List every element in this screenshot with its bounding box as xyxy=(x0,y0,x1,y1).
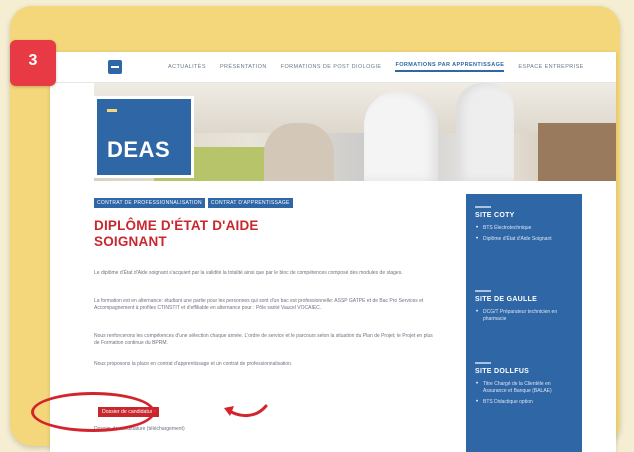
highlight-circle xyxy=(31,392,155,432)
nav-item-formations-post[interactable]: FORMATIONS DE POST DIOLOGIE xyxy=(281,64,382,70)
selection-paragraph: Nous renforcerons les compétences d'une … xyxy=(94,333,433,346)
nav-item-formations-apprentissage[interactable]: FORMATIONS PAR APPRENTISSAGE xyxy=(395,62,505,72)
sites-sidebar: SITE COTY BTS Électrotechnique Diplôme d… xyxy=(466,194,582,452)
step-number: 3 xyxy=(28,52,38,69)
nav-menu: ACTUALITÉS PRÉSENTATION FORMATIONS DE PO… xyxy=(168,52,584,82)
deas-badge-label: DEAS xyxy=(107,137,171,162)
tutorial-frame: ACTUALITÉS PRÉSENTATION FORMATIONS DE PO… xyxy=(10,6,620,452)
nav-item-espace-entreprise[interactable]: ESPACE ENTREPRISE xyxy=(518,64,583,70)
sidebar-section-dollfus: SITE DOLLFUS Titre Chargé de la Clientèl… xyxy=(475,362,575,410)
sidebar-section-de-gaulle: SITE DE GAULLE DCG/T Préparateur technic… xyxy=(475,290,575,327)
website-screenshot: ACTUALITÉS PRÉSENTATION FORMATIONS DE PO… xyxy=(50,52,616,452)
sidebar-section-title: SITE COTY xyxy=(475,212,515,219)
pointer-arrow-icon xyxy=(224,404,268,417)
deas-badge: DEAS xyxy=(94,96,194,178)
sidebar-section-title: SITE DE GAULLE xyxy=(475,296,538,303)
sidebar-section-title: SITE DOLLFUS xyxy=(475,368,530,375)
sidebar-item[interactable]: BTS Électrotechnique xyxy=(475,225,575,232)
sidebar-item[interactable]: Titre Chargé de la Clientèle en Assuranc… xyxy=(475,381,575,395)
site-logo-icon[interactable] xyxy=(108,60,122,74)
page-title: DIPLÔME D'ÉTAT D'AIDE SOIGNANT xyxy=(94,218,259,249)
contract-paragraph: Nous proposons la place en contrat d'app… xyxy=(94,361,293,367)
sidebar-item[interactable]: BTS Didactique option xyxy=(475,399,575,406)
sidebar-section-coty: SITE COTY BTS Électrotechnique Diplôme d… xyxy=(475,206,575,247)
sidebar-item[interactable]: Diplôme d'État d'Aide Soignant xyxy=(475,236,575,243)
nav-item-actualites[interactable]: ACTUALITÉS xyxy=(168,64,206,70)
step-number-badge: 3 xyxy=(10,40,56,86)
formation-paragraph: La formation est en alternance: étudiant… xyxy=(94,298,424,311)
tag-contrat-professionnalisation[interactable]: CONTRAT DE PROFESSIONNALISATION xyxy=(94,198,205,208)
intro-paragraph: Le diplôme d'État d'Aide soignant s'acqu… xyxy=(94,270,403,276)
tag-contrat-apprentissage[interactable]: CONTRAT D'APPRENTISSAGE xyxy=(207,198,293,208)
sidebar-item[interactable]: DCG/T Préparateur technicien en pharmaci… xyxy=(475,309,575,323)
nav-item-presentation[interactable]: PRÉSENTATION xyxy=(220,64,267,70)
breadcrumb: CONTRAT DE PROFESSIONNALISATION CONTRAT … xyxy=(94,198,293,208)
top-navigation: ACTUALITÉS PRÉSENTATION FORMATIONS DE PO… xyxy=(50,52,616,83)
